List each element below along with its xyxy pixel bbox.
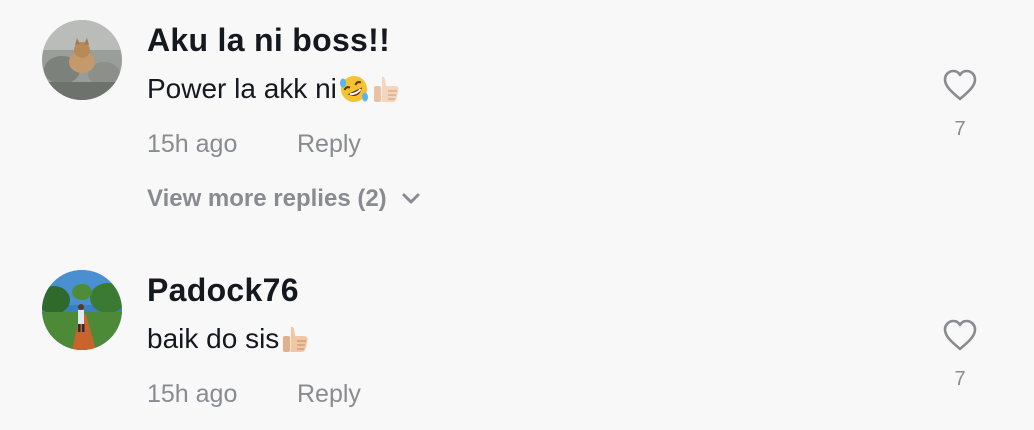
like-count: 7 bbox=[954, 118, 966, 140]
comment-username[interactable]: Aku la ni boss!! bbox=[147, 22, 390, 59]
view-more-replies-button[interactable]: View more replies (2) bbox=[147, 185, 421, 213]
comment-username[interactable]: Padock76 bbox=[147, 272, 299, 309]
comment-text: baik do sis bbox=[147, 323, 312, 355]
comment-timestamp: 15h ago bbox=[147, 130, 238, 158]
comment-meta: 15h ago Reply bbox=[147, 380, 361, 409]
comment-text-content: baik do sis bbox=[147, 323, 280, 354]
comment-list: Aku la ni boss!! Power la akk ni 15h ago… bbox=[0, 0, 1034, 430]
like-button[interactable]: 7 bbox=[940, 68, 980, 141]
avatar-cat-image bbox=[42, 20, 122, 100]
rolling-on-floor-laughing-emoji-icon bbox=[338, 73, 370, 105]
thumbs-up-emoji-icon bbox=[371, 73, 403, 105]
avatar-outdoor-image bbox=[42, 270, 122, 350]
reply-button[interactable]: Reply bbox=[297, 380, 361, 409]
avatar[interactable] bbox=[42, 20, 122, 100]
reply-button[interactable]: Reply bbox=[297, 130, 361, 159]
heart-outline-icon bbox=[943, 319, 977, 351]
thumbs-up-emoji-icon bbox=[280, 323, 312, 355]
like-count: 7 bbox=[954, 368, 966, 390]
heart-outline-icon bbox=[943, 69, 977, 101]
like-button[interactable]: 7 bbox=[940, 318, 980, 391]
avatar[interactable] bbox=[42, 270, 122, 350]
comment-text: Power la akk ni bbox=[147, 73, 403, 105]
comment-meta: 15h ago Reply bbox=[147, 130, 361, 159]
chevron-down-icon bbox=[401, 192, 421, 206]
comment-text-content: Power la akk ni bbox=[147, 73, 337, 104]
comment-timestamp: 15h ago bbox=[147, 380, 238, 408]
view-more-replies-label: View more replies (2) bbox=[147, 185, 387, 212]
